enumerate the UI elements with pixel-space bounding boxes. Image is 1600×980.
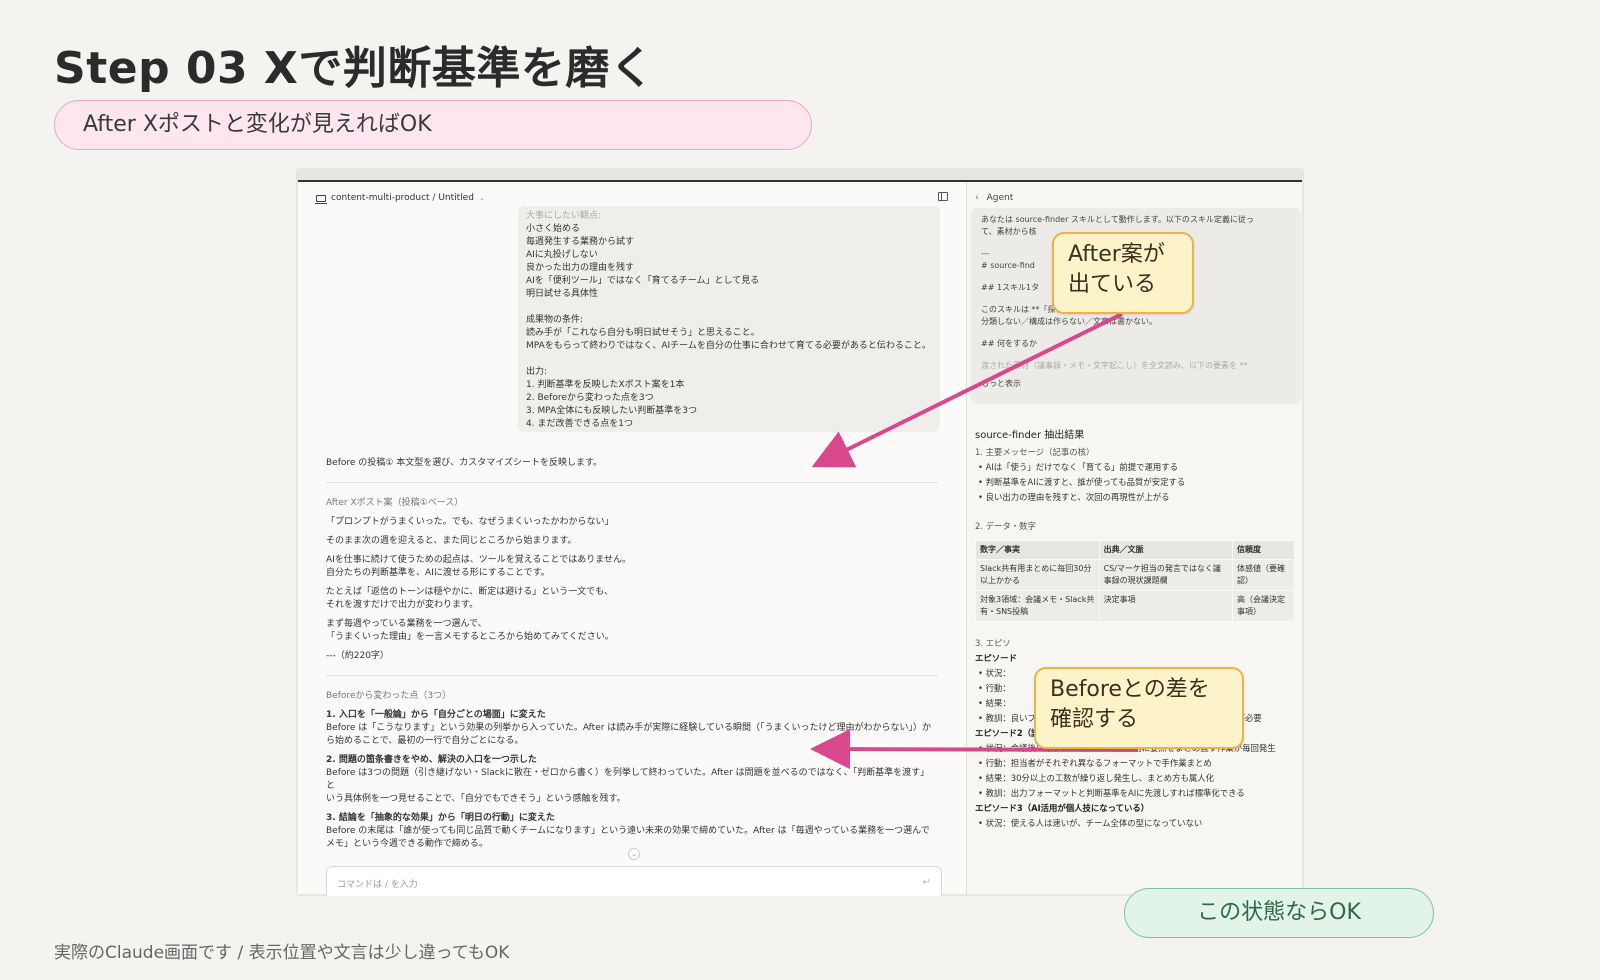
after-line: まず毎週やっている業務を一つ選んで、 xyxy=(326,619,487,629)
agent-prompt-faint: 渡された素材（議事録・メモ・文字起こし）を全文読み、以下の要素を ** xyxy=(981,361,1248,370)
change-body: Before の末尾は「誰が使っても同じ品質で動くチームになります」という遠い未… xyxy=(326,826,930,836)
change-body: メモ」という今週できる動作で締める。 xyxy=(326,839,488,849)
table-header: 数字／事実 xyxy=(975,540,1100,560)
prompt-faded-line: 大事にしたい観点: xyxy=(526,211,602,221)
change-title: 1. 入口を「一般論」から「自分ごとの場面」に変えた xyxy=(326,710,546,720)
after-heading: After Xポスト案（投稿①ベース） xyxy=(326,498,464,508)
change-body: Before は「こうなります」という効果の列挙から入っていた。After は読… xyxy=(326,723,932,733)
table-cell: 対象3領域：会議メモ・Slack共有・SNS投稿 xyxy=(975,590,1100,622)
data-table: 数字／事実 出典／文脈 信頼度 Slack共有用まとめに毎回30分以上かかる C… xyxy=(975,540,1296,622)
reply-intro: Before の投稿① 本文型を選び、カスタマイズシートを反映します。 xyxy=(326,458,603,468)
after-line: たとえば「返信のトーンは穏やかに、断定は避ける」という一文でも、 xyxy=(326,587,614,597)
prompt-line: AIに丸投げしない xyxy=(526,250,598,260)
after-line: 自分たちの判断基準を、AIに渡せる形にすることです。 xyxy=(326,568,550,578)
after-line: ---（約220字） xyxy=(326,651,389,661)
prompt-line: 3. MPA全体にも反映したい判断基準を3つ xyxy=(526,406,697,416)
table-cell: 体感値（要確認） xyxy=(1231,559,1296,591)
agent-title: Agent xyxy=(986,193,1014,203)
prompt-cond-head: 成果物の条件: xyxy=(526,315,584,325)
before-callout: Beforeとの差を 確認する xyxy=(1034,667,1244,749)
prompt-line: 小さく始める xyxy=(526,224,581,234)
after-callout: After案が 出ている xyxy=(1052,232,1194,314)
agent-header[interactable]: ‹ Agent xyxy=(975,193,1013,203)
subtitle-pill: After Xポストと変化が見えればOK xyxy=(54,100,812,150)
prompt-line: 4. まだ改善できる点を1つ xyxy=(526,419,633,429)
breadcrumb-text: content-multi-product / Untitled xyxy=(331,193,474,203)
show-more-link[interactable]: もっと表示 xyxy=(981,378,1291,390)
result-bullet: 状況：使える人は速いが、チーム全体の型になっていない xyxy=(975,816,1295,831)
table-row: Slack共有用まとめに毎回30分以上かかる CS/マーケ担当の発言ではなく議事… xyxy=(975,559,1296,591)
result-bullet: 判断基準をAIに渡すと、誰が使っても品質が安定する xyxy=(975,475,1295,490)
table-cell: Slack共有用まとめに毎回30分以上かかる xyxy=(975,559,1100,591)
change-body: Before は3つの問題（引き継げない・Slackに散在・ゼロから書く）を列挙… xyxy=(326,768,930,791)
result-title: source-finder 抽出結果 xyxy=(975,430,1085,441)
change-title: 3. 結論を「抽象的な効果」から「明日の行動」に変えた xyxy=(326,813,555,823)
after-line: そのまま次の週を迎えると、また同じところから始まります。 xyxy=(326,536,577,546)
panel-toggle-icon[interactable] xyxy=(938,192,948,201)
result-bullet: 結果：30分以上の工数が繰り返し発生し、まとめ方も属人化 xyxy=(975,771,1295,786)
table-header: 出典／文脈 xyxy=(1098,540,1233,560)
table-header: 信頼度 xyxy=(1231,540,1296,560)
result-section: 1. 主要メッセージ（記事の核） xyxy=(975,447,1095,457)
prompt-line: 毎週発生する業務から試す xyxy=(526,237,635,247)
prompt-line: 良かった出力の理由を残す xyxy=(526,263,635,273)
chevron-down-icon: ⌄ xyxy=(478,194,485,202)
callout-line: After案が xyxy=(1068,242,1165,267)
episode-title: エピソード xyxy=(975,653,1017,663)
prompt-line: 読み手が「これなら自分も明日試せそう」と思えること。 xyxy=(526,328,760,338)
callout-line: 出ている xyxy=(1068,272,1157,297)
agent-prompt-line: 分類しない／構成は作らない／文章は書かない。 xyxy=(981,317,1157,326)
chat-pane: content-multi-product / Untitled ⌄ 大事にした… xyxy=(298,182,966,896)
change-body: いう具体例を一つ見せることで、「自分でもできそう」という感触を残す。 xyxy=(326,794,626,804)
input-placeholder: コマンドは / を入力 xyxy=(337,880,418,890)
result-section: 2. データ・数字 xyxy=(975,521,1036,531)
after-line: それを渡すだけで出力が変わります。 xyxy=(326,600,479,610)
prompt-line: 1. 判断基準を反映したXポスト案を1本 xyxy=(526,380,685,390)
changes-heading: Beforeから変わった点（3つ） xyxy=(326,691,452,701)
table-row: 対象3領域：会議メモ・Slack共有・SNS投稿 決定事項 高（会議決定事項） xyxy=(975,590,1296,622)
footer-note: 実際のClaude画面です / 表示位置や文言は少し違ってもOK xyxy=(54,943,510,963)
table-cell: 決定事項 xyxy=(1098,590,1233,622)
send-icon[interactable]: ↵ xyxy=(923,877,931,888)
agent-prompt-line: ## 何をするか xyxy=(981,339,1037,348)
prompt-line: AIを「便利ツール」ではなく「育てるチーム」として見る xyxy=(526,276,760,286)
scroll-down-icon[interactable]: ⌄ xyxy=(628,848,640,860)
after-line: AIを仕事に続けて使うための起点は、ツールを覚えることではありません。 xyxy=(326,555,632,565)
result-section: 3. エピソ xyxy=(975,638,1011,648)
table-cell: 高（会議決定事項） xyxy=(1231,590,1296,622)
result-bullet: 行動：担当者がそれぞれ異なるフォーマットで手作業まとめ xyxy=(975,756,1295,771)
result-bullet: 教訓：出力フォーマットと判断基準をAIに先渡しすれば標準化できる xyxy=(975,786,1295,801)
result-bullet: 良い出力の理由を残すと、次回の再現性が上がる xyxy=(975,490,1295,505)
table-cell: CS/マーケ担当の発言ではなく議事録の現状課題欄 xyxy=(1098,559,1233,591)
project-breadcrumb[interactable]: content-multi-product / Untitled ⌄ xyxy=(315,193,485,204)
change-title: 2. 問題の箇条書きをやめ、解決の入口を一つ示した xyxy=(326,755,537,765)
change-body: ら始めることで、最初の一行で自分ごとになる。 xyxy=(326,736,524,746)
command-input[interactable]: コマンドは / を入力 ↵ xyxy=(326,866,942,896)
prompt-line: 明日試せる具体性 xyxy=(526,289,599,299)
chevron-left-icon[interactable]: ‹ xyxy=(975,193,979,203)
prompt-out-head: 出力: xyxy=(526,367,548,377)
after-line: 「プロンプトがうまくいった。でも、なぜうまくいったかわからない」 xyxy=(326,517,614,527)
prompt-line: MPAをもらって終わりではなく、AIチームを自分の仕事に合わせて育てる必要がある… xyxy=(526,341,931,351)
laptop-icon xyxy=(315,194,327,204)
after-line: 「うまくいった理由」を一言メモするところから始めてみてください。 xyxy=(326,632,614,642)
callout-line: 確認する xyxy=(1050,707,1139,732)
callout-line: Beforeとの差を xyxy=(1050,677,1210,702)
ok-status-pill: この状態ならOK xyxy=(1124,888,1434,938)
agent-prompt-line: あなたは source-finder スキルとして動作します。以下のスキル定義に… xyxy=(981,215,1254,224)
episode-title: エピソード3（AI活用が個人技になっている） xyxy=(975,803,1150,813)
user-prompt-bubble: 大事にしたい観点: 小さく始める 毎週発生する業務から試す AIに丸投げしない … xyxy=(518,206,940,432)
agent-result: source-finder 抽出結果 1. 主要メッセージ（記事の核） AIは「… xyxy=(975,428,1296,831)
result-bullet: AIは「使う」だけでなく「育てる」前提で運用する xyxy=(975,460,1295,475)
assistant-reply: Before の投稿① 本文型を選び、カスタマイズシートを反映します。 Afte… xyxy=(326,457,938,857)
slide-title: Step 03 Xで判断基準を磨く xyxy=(54,43,655,94)
prompt-line: 2. Beforeから変わった点を3つ xyxy=(526,393,654,403)
